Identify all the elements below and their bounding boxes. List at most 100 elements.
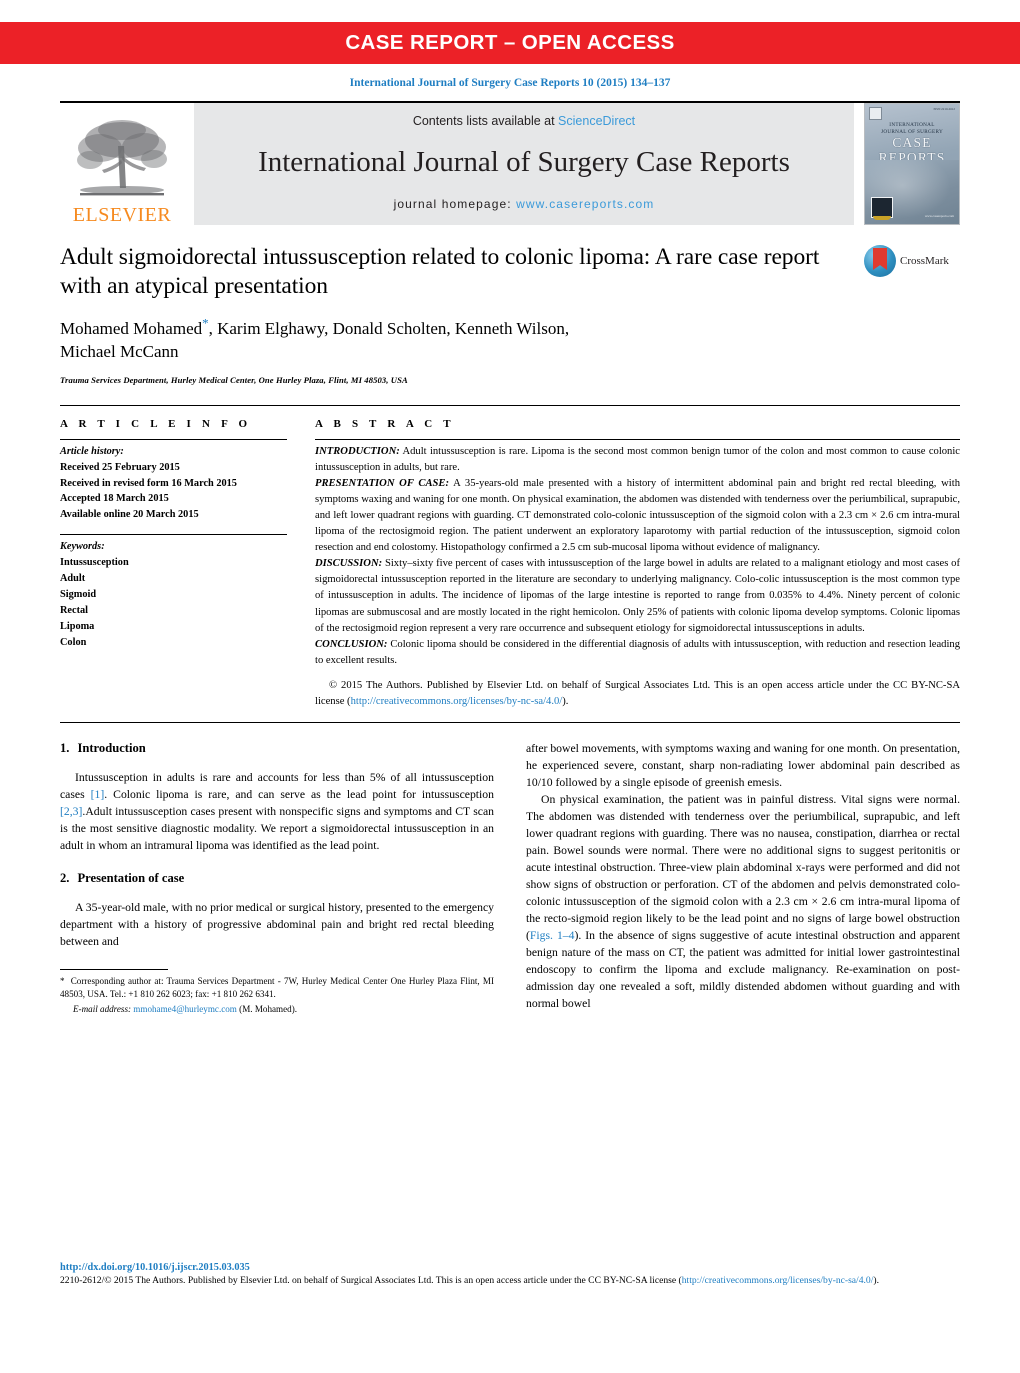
email-owner: (M. Mohamed). (239, 1004, 298, 1015)
section-title: Introduction (77, 741, 146, 756)
journal-citation-line: International Journal of Surgery Case Re… (349, 77, 671, 89)
article-history-heading: Article history: (60, 445, 124, 457)
footer-license-link[interactable]: http://creativecommons.org/licenses/by-n… (682, 1275, 874, 1286)
info-abstract-band: A R T I C L E I N F O Article history: R… (60, 404, 960, 711)
cover-top-row: ISSN 2210-2612 (865, 104, 959, 120)
footnote-text: Corresponding author at: Trauma Services… (60, 975, 494, 1000)
page-content: ELSEVIER Contents lists available at Sci… (0, 101, 1020, 1016)
abstract-column: A B S T R A C T INTRODUCTION: Adult intu… (315, 418, 960, 711)
presentation-paragraph: A 35-year-old male, with no prior medica… (60, 900, 494, 948)
homepage-url-link[interactable]: www.casereports.com (516, 197, 654, 211)
article-info-rule (60, 438, 287, 440)
email-label: E-mail address: (73, 1004, 132, 1015)
reference-link-2[interactable]: [2,3] (60, 805, 82, 818)
abstract-discussion: DISCUSSION: Sixty–sixty five percent of … (315, 556, 960, 636)
abstract-conclusion-text: Colonic lipoma should be considered in t… (315, 638, 960, 666)
article-info-column: A R T I C L E I N F O Article history: R… (60, 418, 315, 711)
issn-copyright-text: 2210-2612/© 2015 The Authors. Published … (60, 1275, 682, 1286)
abstract-intro: INTRODUCTION: Adult intussusception is r… (315, 444, 960, 476)
history-item: Available online 20 March 2015 (60, 509, 199, 521)
right-p2-part-b: ). In the absence of signs suggestive of… (526, 928, 961, 1010)
corresponding-author-marker[interactable]: * (202, 316, 209, 331)
section-number: 2. (60, 870, 70, 885)
footnote-divider (60, 968, 168, 970)
abstract-intro-label: INTRODUCTION: (315, 445, 400, 457)
author-names: Mohamed Mohamed*, Karim Elghawy, Donald … (60, 315, 570, 361)
article-info-label: A R T I C L E I N F O (60, 417, 252, 430)
elsevier-tree-icon (77, 120, 167, 196)
crossmark-label: CrossMark (900, 255, 949, 267)
abstract-presentation-label: PRESENTATION OF CASE: (315, 477, 450, 489)
abstract-conclusion-label: CONCLUSION: (315, 638, 388, 650)
sciencedirect-link[interactable]: ScienceDirect (558, 114, 635, 128)
keywords-list: Intussusception Adult Sigmoid Rectal Lip… (60, 555, 287, 651)
right-paragraph-1: after bowel movements, with symptoms wax… (526, 742, 960, 790)
abstract-label: A B S T R A C T (315, 417, 455, 430)
intro-part-c: .Adult intussusception cases present wit… (60, 805, 494, 852)
intro-part-b: . Colonic lipoma is rare, and can serve … (104, 788, 494, 802)
cover-url: www.casereports.com (924, 214, 954, 219)
keyword-item: Lipoma (60, 621, 95, 633)
journal-title: International Journal of Surgery Case Re… (258, 146, 790, 178)
right-paragraph-2: On physical examination, the patient was… (526, 792, 960, 1013)
section-heading-introduction: 1. Introduction (60, 741, 494, 756)
left-column: 1. Introduction Intussusception in adults… (60, 741, 494, 1016)
contents-list-line: Contents lists available at ScienceDirec… (413, 114, 635, 128)
keyword-item: Sigmoid (60, 589, 97, 601)
cover-line-3: CASE (892, 135, 932, 150)
history-item: Accepted 18 March 2015 (60, 493, 169, 505)
license-link[interactable]: http://creativecommons.org/licenses/by-n… (351, 696, 563, 707)
introduction-paragraph: Intussusception in adults is rare and ac… (60, 770, 494, 855)
doi-link[interactable]: http://dx.doi.org/10.1016/j.ijscr.2015.0… (60, 1262, 960, 1273)
title-and-authors: Adult sigmoidorectal intussusception rel… (60, 243, 864, 385)
abstract-conclusion: CONCLUSION: Colonic lipoma should be con… (315, 637, 960, 669)
affiliation: Trauma Services Department, Hurley Medic… (60, 374, 408, 385)
crossmark-icon (864, 245, 896, 277)
keyword-item: Rectal (60, 605, 89, 617)
cover-elsevier-mark-icon (869, 107, 882, 120)
banner-text: CASE REPORT – OPEN ACCESS (345, 31, 675, 54)
author-list: Mohamed Mohamed*, Karim Elghawy, Donald … (60, 316, 848, 363)
open-access-banner: CASE REPORT – OPEN ACCESS (0, 22, 1020, 64)
elsevier-wordmark: ELSEVIER (72, 204, 172, 226)
figures-link[interactable]: Figs. 1–4 (530, 929, 575, 942)
abstract-copyright: © 2015 The Authors. Published by Elsevie… (315, 678, 960, 710)
crossmark-badge[interactable]: CrossMark (864, 245, 960, 277)
cover-crest-icon (871, 197, 893, 220)
cover-photo: www.casereports.com (865, 160, 959, 224)
footer-license-tail: ). (873, 1275, 879, 1286)
abstract-intro-text: Adult intussusception is rare. Lipoma is… (315, 445, 960, 473)
keyword-item: Adult (60, 573, 86, 585)
abstract-body: INTRODUCTION: Adult intussusception is r… (315, 444, 960, 711)
keywords-rule (60, 534, 287, 536)
keyword-item: Colon (60, 637, 87, 649)
reference-link-1[interactable]: [1] (91, 788, 105, 801)
homepage-prefix: journal homepage: (393, 197, 517, 211)
section-number: 1. (60, 741, 70, 756)
keyword-item: Intussusception (60, 557, 129, 569)
abstract-rule (315, 438, 960, 440)
journal-cover-thumbnail[interactable]: ISSN 2210-2612 INTERNATIONAL JOURNAL OF … (864, 103, 960, 225)
section-heading-presentation: 2. Presentation of case (60, 871, 494, 886)
masthead-center: Contents lists available at ScienceDirec… (194, 103, 854, 225)
footer-copyright: 2210-2612/© 2015 The Authors. Published … (60, 1274, 960, 1288)
article-title-block: Adult sigmoidorectal intussusception rel… (60, 225, 960, 385)
elsevier-logo: ELSEVIER (60, 103, 184, 225)
journal-masthead: ELSEVIER Contents lists available at Sci… (60, 101, 960, 225)
page-title: Adult sigmoidorectal intussusception rel… (60, 244, 820, 300)
email-link[interactable]: mmohame4@hurleymc.com (133, 1004, 237, 1014)
article-history-list: Received 25 February 2015 Received in re… (60, 460, 287, 524)
footnote-star: * (60, 975, 65, 986)
band-bottom-rule (60, 722, 960, 724)
abstract-presentation: PRESENTATION OF CASE: A 35-years-old mal… (315, 476, 960, 556)
right-p2-part-a: On physical examination, the patient was… (526, 793, 960, 942)
section-title: Presentation of case (77, 870, 185, 885)
abstract-discussion-label: DISCUSSION: (315, 558, 383, 570)
abstract-presentation-text: A 35-years-old male presented with a his… (315, 477, 960, 554)
contents-prefix: Contents lists available at (412, 114, 559, 128)
history-item: Received 25 February 2015 (60, 461, 180, 473)
email-footnote: E-mail address: mmohame4@hurleymc.com (M… (60, 1003, 494, 1016)
footnote-block: * Corresponding author at: Trauma Servic… (60, 968, 494, 1017)
page-footer: http://dx.doi.org/10.1016/j.ijscr.2015.0… (60, 1262, 960, 1288)
abstract-discussion-text: Sixty–sixty five percent of cases with i… (315, 558, 960, 634)
